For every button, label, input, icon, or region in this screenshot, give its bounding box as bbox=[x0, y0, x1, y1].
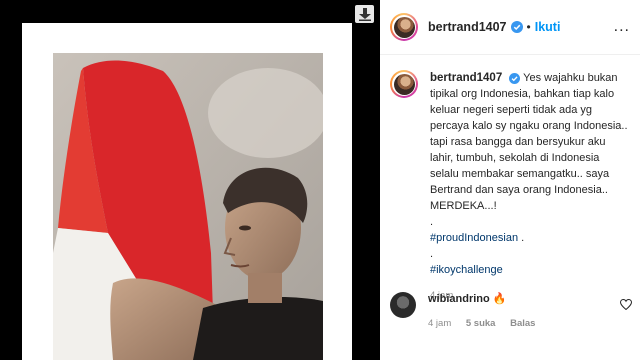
caption-username[interactable]: bertrand1407 bbox=[430, 72, 502, 84]
comment-meta: 4 jam 5 suka Balas bbox=[428, 318, 547, 329]
caption-avatar[interactable] bbox=[390, 70, 418, 98]
commenter-avatar[interactable] bbox=[390, 292, 416, 318]
caption-dot-1: . bbox=[430, 216, 434, 228]
caption-verified-badge-icon bbox=[509, 72, 521, 84]
author-username[interactable]: bertrand1407 bbox=[428, 20, 507, 34]
photo-illustration bbox=[53, 53, 323, 360]
comment-text: 🔥 bbox=[492, 293, 507, 305]
caption: bertrand1407 Yes wajahku bukan tipikal o… bbox=[390, 70, 630, 304]
hashtag-link[interactable]: #proudIndonesian bbox=[430, 232, 518, 244]
caption-dot-2: . bbox=[430, 248, 434, 260]
comment-body: wibiandrino 🔥 4 jam 5 suka Balas bbox=[428, 292, 547, 329]
commenter-username[interactable]: wibiandrino bbox=[428, 293, 490, 305]
caption-text: Yes wajahku bukan tipikal org Indonesia,… bbox=[430, 72, 628, 212]
verified-badge-icon bbox=[510, 21, 523, 33]
hashtag-suffix: . bbox=[518, 232, 525, 244]
post-photo[interactable] bbox=[53, 53, 323, 360]
follow-button[interactable]: Ikuti bbox=[535, 20, 561, 34]
post-header: bertrand1407 • Ikuti ... bbox=[380, 0, 640, 55]
download-icon[interactable] bbox=[355, 5, 374, 23]
comment-likes[interactable]: 5 suka bbox=[466, 318, 496, 329]
post-sidebar: bertrand1407 • Ikuti ... bertrand1407 Ye… bbox=[380, 0, 640, 360]
hashtag-link[interactable]: #ikoychallenge bbox=[430, 264, 503, 276]
heart-icon[interactable] bbox=[620, 299, 632, 310]
author-avatar[interactable] bbox=[390, 13, 418, 41]
comment-timestamp[interactable]: 4 jam bbox=[428, 318, 451, 329]
post-media-pane bbox=[0, 0, 380, 360]
reply-button[interactable]: Balas bbox=[510, 318, 535, 329]
more-options-icon[interactable]: ... bbox=[614, 18, 630, 36]
header-separator: • bbox=[526, 20, 531, 34]
comment-item: wibiandrino 🔥 4 jam 5 suka Balas bbox=[390, 292, 635, 329]
caption-body: bertrand1407 Yes wajahku bukan tipikal o… bbox=[430, 70, 630, 304]
